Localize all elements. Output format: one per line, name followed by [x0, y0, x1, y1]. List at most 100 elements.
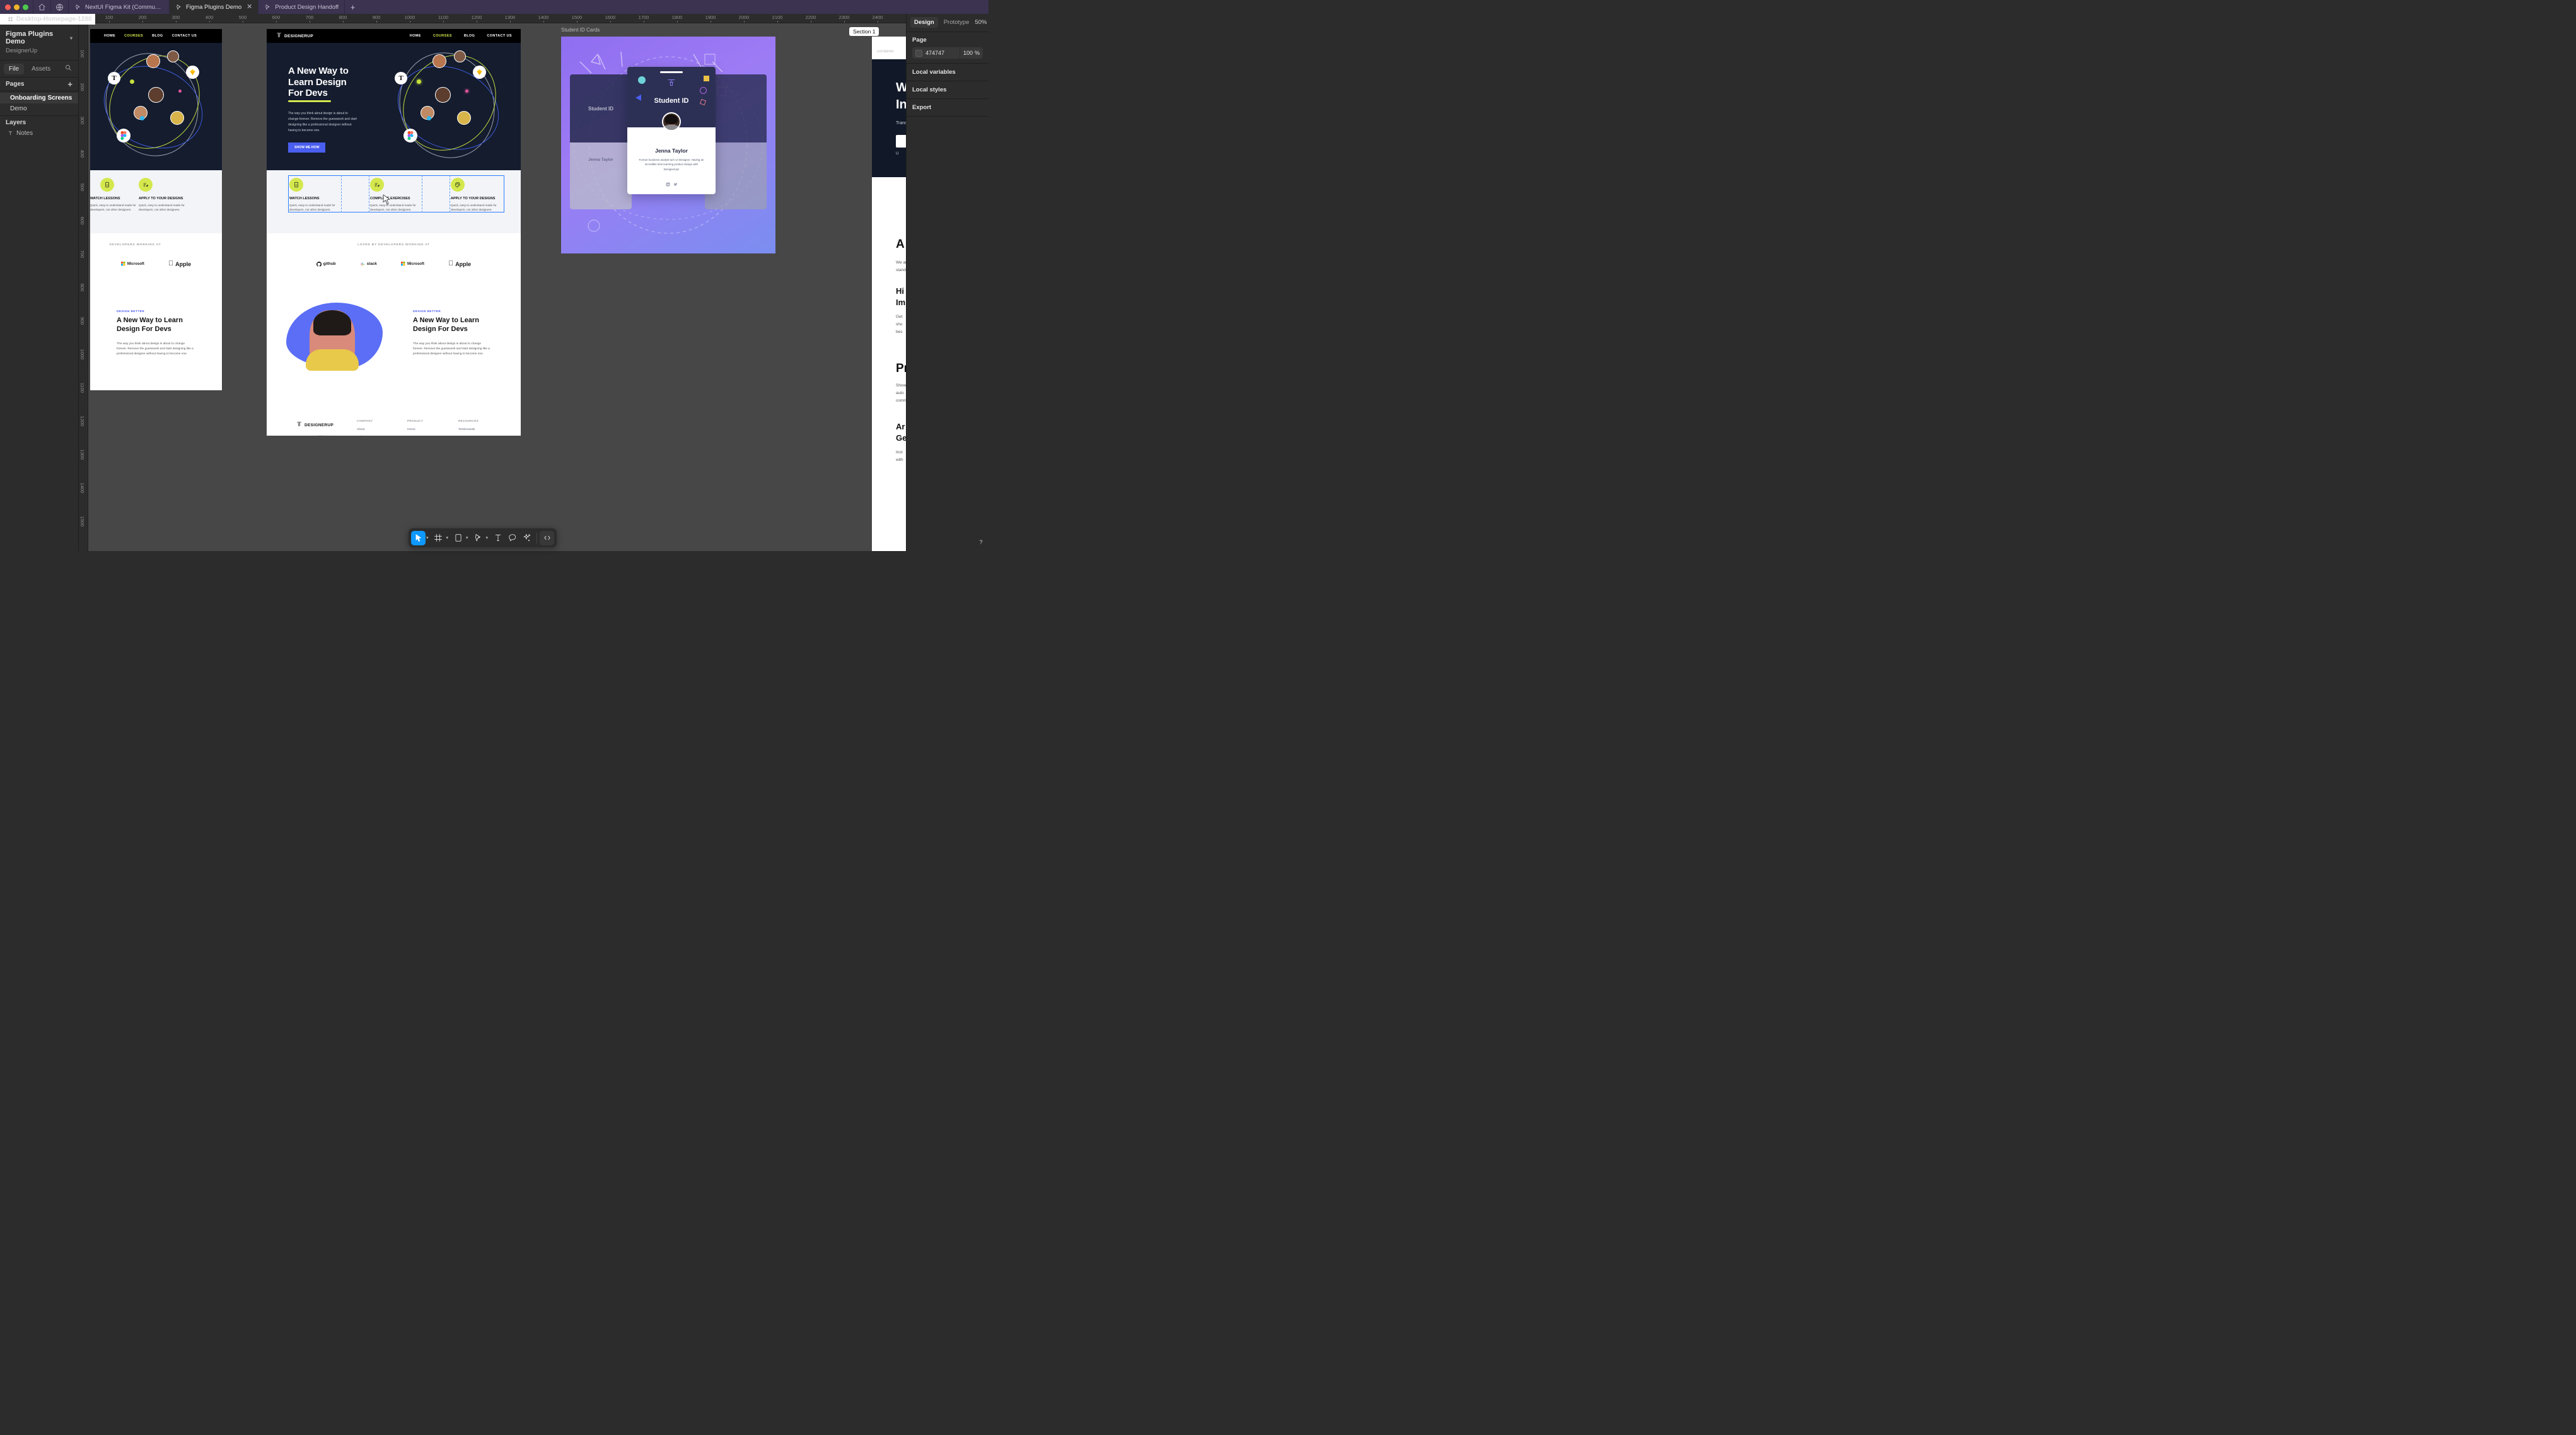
feature-card-watch-lessons[interactable]: 4K WATCH LESSONS Quick, easy to understa… [289, 178, 361, 212]
chevron-down-icon[interactable]: ▾ [446, 535, 451, 540]
comment-tool[interactable] [505, 531, 519, 545]
nav-home[interactable]: HOME [410, 34, 421, 38]
export-row[interactable]: Export [907, 99, 989, 117]
site-nav: DESIGNERUP HOME COURSES BLOG CONTACT US [267, 29, 521, 43]
feature-desc: Quick, easy to understand made for devel… [139, 204, 185, 212]
student-id-card[interactable]: Student ID Jenna Taylor Former business … [627, 67, 716, 194]
close-tab-icon[interactable]: ✕ [245, 3, 252, 11]
avatar [170, 111, 184, 125]
opacity-field[interactable]: 100 % [959, 47, 983, 59]
chevron-down-icon[interactable]: ▾ [465, 535, 471, 540]
add-page-button[interactable]: + [67, 80, 73, 88]
footer-link[interactable]: Testimonials [458, 428, 479, 431]
frame-label-student-id-cards[interactable]: Student ID Cards [561, 27, 600, 33]
avatar [167, 50, 179, 62]
tab-file[interactable]: File [4, 63, 25, 74]
feature-card-apply-designs[interactable]: APPLY TO YOUR DESIGNS Quick, easy to und… [451, 178, 521, 212]
close-window-button[interactable] [5, 4, 11, 10]
heading-line: In [896, 98, 906, 112]
loved-section: DEVELOPERS WORKING AT Microsoft  Apple [90, 233, 222, 289]
site-logo[interactable]: DESIGNERUP [276, 30, 313, 42]
file-name-row[interactable]: Figma Plugins Demo ▾ [6, 30, 73, 45]
hero-cta-button[interactable]: SHOW ME HOW [288, 142, 326, 153]
feature-card-complete-exercises[interactable]: COMPLETE EXERCISES Quick, easy to unders… [370, 178, 441, 212]
frame-tool[interactable] [431, 531, 446, 545]
footer-link[interactable]: Home [407, 428, 423, 431]
avatar [432, 54, 446, 68]
section1-hero: W In Trans U [872, 59, 906, 177]
right-sidebar: ▾ ▾ Share Design Prototype 50% Page 4747… [906, 0, 989, 551]
tab-nextui-figma-kit[interactable]: NextUI Figma Kit (Community) (Comm [68, 0, 169, 14]
decor-square-gold [704, 76, 709, 81]
headline-line: A New Way to Learn [413, 317, 479, 324]
tab-product-design-handoff[interactable]: Product Design Handoff [258, 0, 344, 14]
section1-heading-a: A [896, 238, 905, 251]
section1-hero-button[interactable] [896, 135, 906, 148]
feature-desc: Quick, easy to understand made for devel… [451, 204, 497, 212]
nav-contact[interactable]: CONTACT US [487, 34, 512, 38]
nav-courses[interactable]: COURSES [433, 34, 452, 38]
ruler-horizontal[interactable]: 100 200 300 400 500 600 700 800 900 1000… [79, 14, 907, 23]
ruler-tick-label: 600 [272, 15, 281, 20]
section1-text: We ar [896, 260, 906, 265]
search-icon[interactable] [64, 63, 74, 74]
feature-desc: Quick, easy to understand made for devel… [90, 204, 136, 212]
layer-item-notes[interactable]: Notes [0, 128, 78, 139]
headline-line: Design For Devs [413, 325, 468, 333]
footer-tagline: Become a more skillful designer [296, 435, 335, 436]
ruler-vertical[interactable]: 100 200 300 400 500 600 700 800 900 1000… [79, 23, 88, 551]
tab-figma-plugins-demo[interactable]: Figma Plugins Demo ✕ [169, 0, 258, 14]
linkedin-icon[interactable] [666, 178, 670, 190]
avatar [146, 54, 160, 68]
section1-text: bes [896, 330, 903, 334]
zoom-window-button[interactable] [23, 4, 28, 10]
globe-icon[interactable] [50, 0, 68, 14]
twitter-icon[interactable] [673, 178, 678, 190]
move-tool[interactable] [411, 530, 426, 545]
color-swatch[interactable] [915, 49, 922, 57]
nav-contact[interactable]: CONTACT US [172, 34, 197, 38]
text-tool[interactable] [490, 531, 505, 545]
chevron-down-icon[interactable]: ▾ [426, 535, 431, 540]
logo-row: github slack Microsoft  Apple [267, 260, 521, 267]
shape-tool[interactable] [451, 531, 465, 545]
pages-section-header[interactable]: Pages + [0, 78, 78, 91]
nav-courses[interactable]: COURSES [124, 34, 143, 38]
nav-blog[interactable]: BLOG [152, 34, 163, 38]
page-item-demo[interactable]: Demo [0, 103, 78, 114]
tab-label: Product Design Handoff [275, 3, 339, 11]
section1-text: comm [896, 398, 906, 403]
color-hex-value[interactable]: 474747 [925, 50, 960, 56]
local-variables-row[interactable]: Local variables [907, 64, 989, 81]
card-title: Student ID [654, 97, 689, 105]
tab-prototype[interactable]: Prototype [940, 17, 973, 28]
nav-blog[interactable]: BLOG [464, 34, 475, 38]
new-tab-button[interactable]: + [344, 0, 361, 14]
footer-logo[interactable]: DESIGNERUP [296, 419, 335, 431]
pen-tool[interactable] [471, 531, 485, 545]
design-canvas[interactable]: HOME COURSES BLOG CONTACT US T 4K WATCH … [79, 14, 906, 551]
local-styles-row[interactable]: Local styles [907, 81, 989, 99]
page-section-title: Page [912, 37, 927, 44]
tab-design[interactable]: Design [910, 17, 938, 28]
ruler-tick-label: 2400 [872, 15, 883, 20]
page-background-color-row[interactable]: 474747 100 % [912, 47, 983, 59]
section1-hero-link[interactable]: U [896, 152, 906, 156]
section1-hero-sub: Trans [896, 121, 906, 125]
heading-line: W [896, 81, 906, 95]
chevron-down-icon[interactable]: ▾ [485, 535, 491, 540]
page-item-onboarding-screens[interactable]: Onboarding Screens [0, 93, 78, 103]
tab-assets[interactable]: Assets [26, 64, 55, 74]
footer-link[interactable]: About [357, 428, 373, 431]
minimize-window-button[interactable] [14, 4, 20, 10]
site-nav: HOME COURSES BLOG CONTACT US [90, 29, 222, 43]
zoom-level[interactable]: 50% [975, 19, 987, 26]
actions-tool[interactable] [519, 531, 534, 545]
dev-mode-tool[interactable] [540, 530, 555, 545]
section1-text: Inst [896, 450, 903, 455]
nav-home[interactable]: HOME [104, 34, 115, 38]
home-icon[interactable] [33, 0, 50, 14]
layer-item-desktop-homepage-1280-b[interactable]: Desktop-Homepage-1280 [0, 14, 96, 25]
help-button[interactable]: ? [976, 537, 986, 547]
section-1-pill-label[interactable]: Section 1 [849, 27, 879, 36]
